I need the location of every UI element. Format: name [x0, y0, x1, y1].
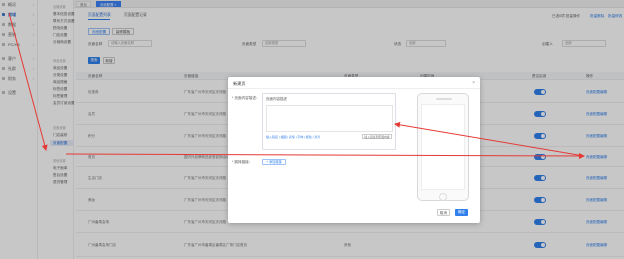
modal-title: 新建页 [233, 81, 246, 86]
new-page-modal: 新建页 × * 页面内容描述： 页面内容描述 插入链接 | 插图 | 表情 | … [228, 77, 480, 223]
phone-home-button-icon [439, 193, 447, 201]
content-description-label: * 页面内容描述： [232, 96, 260, 100]
cancel-button[interactable]: 取消 [437, 209, 450, 216]
phone-speaker [436, 98, 452, 100]
add-link-button[interactable]: + 添加链接 [262, 159, 286, 165]
ok-button[interactable]: 确定 [455, 209, 468, 216]
rich-text-editor: 页面内容描述 插入链接 | 插图 | 表情 | 字体 | 颜色 | 对齐 插入链… [262, 93, 396, 150]
phone-screen [421, 104, 465, 190]
jump-link-label: * 跳转链接： [232, 160, 253, 164]
close-icon[interactable]: × [472, 80, 475, 86]
editor-textarea[interactable] [266, 105, 393, 132]
phone-preview [417, 93, 469, 201]
insert-link-button[interactable]: 插入链接到页面内容 [362, 134, 392, 139]
editor-title: 页面内容描述 [266, 97, 287, 101]
editor-toolbar[interactable]: 插入链接 | 插图 | 表情 | 字体 | 颜色 | 对齐 [266, 135, 320, 139]
modal-divider [228, 88, 480, 89]
